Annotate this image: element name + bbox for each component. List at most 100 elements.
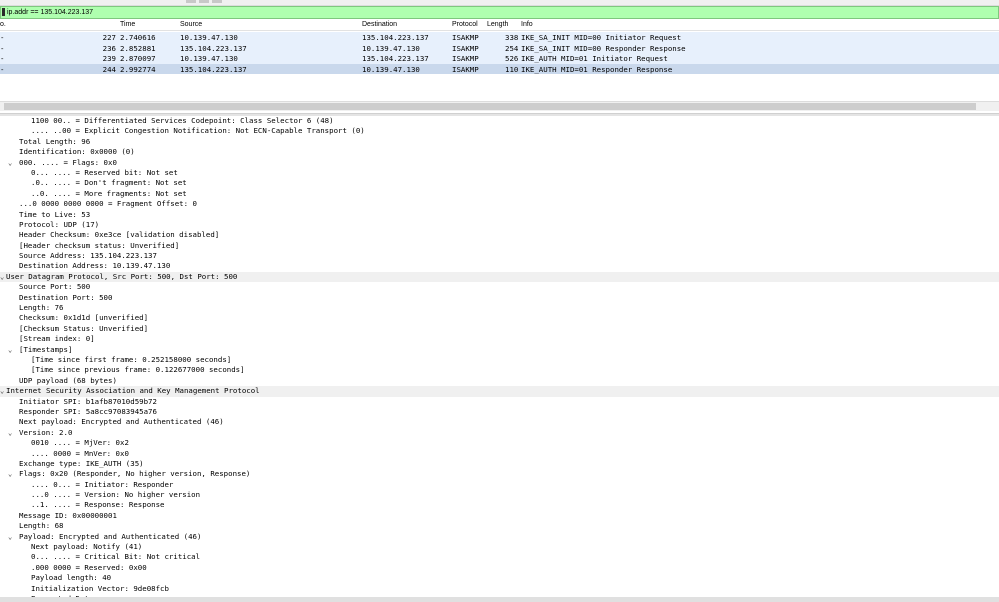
tree-item[interactable]: .... 0000 = MnVer: 0x0	[0, 449, 999, 459]
tree-item[interactable]: Source Port: 500	[0, 282, 999, 292]
packet-length: 110	[505, 64, 519, 74]
column-header-info[interactable]: Info	[521, 21, 533, 29]
display-filter-bar[interactable]: ip.addr == 135.104.223.137	[0, 6, 999, 19]
tree-item[interactable]: ...0 0000 0000 0000 = Fragment Offset: 0	[0, 199, 999, 209]
tree-item[interactable]: Exchange type: IKE_AUTH (35)	[0, 459, 999, 469]
column-header-time[interactable]: Time	[120, 21, 135, 29]
tree-item[interactable]: .... 0... = Initiator: Responder	[0, 480, 999, 490]
packet-no: 244	[102, 64, 116, 74]
tree-item[interactable]: [Stream index: 0]	[0, 334, 999, 344]
tree-item[interactable]: Header Checksum: 0xe3ce [validation disa…	[0, 230, 999, 240]
packet-marker: -	[0, 43, 5, 53]
tree-item[interactable]: .0.. .... = Don't fragment: Not set	[0, 178, 999, 188]
tree-item-expanded[interactable]: ⌄ Flags: 0x20 (Responder, No higher versi…	[0, 469, 999, 479]
tree-item[interactable]: .000 0000 = Reserved: 0x00	[0, 563, 999, 573]
tree-item-expanded[interactable]: ⌄ [Timestamps]	[0, 345, 999, 355]
tree-item[interactable]: Next payload: Notify (41)	[0, 542, 999, 552]
tree-item[interactable]: Payload length: 40	[0, 573, 999, 583]
packet-destination: 135.104.223.137	[362, 33, 429, 42]
tree-item[interactable]: Source Address: 135.104.223.137	[0, 251, 999, 261]
tree-item[interactable]: Protocol: UDP (17)	[0, 220, 999, 230]
tree-item[interactable]: Length: 76	[0, 303, 999, 313]
tree-item[interactable]: Destination Port: 500	[0, 293, 999, 303]
tree-item[interactable]: Initialization Vector: 9de08fcb	[0, 584, 999, 594]
toolbar-button[interactable]	[212, 0, 222, 3]
packet-no: 236	[102, 43, 116, 53]
tree-item-expanded[interactable]: ⌄ Version: 2.0	[0, 428, 999, 438]
column-header-length[interactable]: Length	[487, 21, 508, 29]
tree-item[interactable]: 0... .... = Reserved bit: Not set	[0, 168, 999, 178]
tree-item[interactable]: Identification: 0x0000 (0)	[0, 147, 999, 157]
packet-row-selected[interactable]: - 244 2.992774 135.104.223.137 10.139.47…	[0, 63, 999, 74]
packet-info: IKE_SA_INIT MID=00 Responder Response	[521, 43, 686, 53]
tree-item[interactable]: [Time since previous frame: 0.122677000 …	[0, 365, 999, 375]
packet-destination: 135.104.223.137	[362, 54, 429, 63]
packet-info: IKE_AUTH MID=01 Responder Response	[521, 64, 673, 74]
chevron-down-icon[interactable]: ⌄	[8, 345, 12, 355]
chevron-down-icon[interactable]: ⌄	[8, 158, 12, 168]
packet-protocol: ISAKMP	[452, 33, 479, 42]
packet-row[interactable]: - 236 2.852881 135.104.223.137 10.139.47…	[0, 42, 999, 53]
packet-info: IKE_SA_INIT MID=00 Initiator Request	[521, 33, 682, 42]
packet-list[interactable]: o. Time Source Destination Protocol Leng…	[0, 19, 999, 101]
tree-item-expanded[interactable]: ⌄ 000. .... = Flags: 0x0	[0, 158, 999, 168]
filter-bookmark-icon[interactable]	[2, 8, 5, 16]
toolbar-button[interactable]	[186, 0, 196, 3]
tree-section-isakmp[interactable]: ⌄ Internet Security Association and Key M…	[0, 386, 999, 397]
tree-item-expanded[interactable]: ⌄ Payload: Encrypted and Authenticated (4…	[0, 532, 999, 542]
packet-marker: -	[0, 54, 5, 63]
tree-item[interactable]: 1100 00.. = Differentiated Services Code…	[0, 116, 999, 126]
chevron-down-icon[interactable]: ⌄	[8, 469, 12, 479]
packet-marker: -	[0, 33, 5, 42]
column-header-no[interactable]: o.	[0, 21, 6, 29]
packet-protocol: ISAKMP	[452, 54, 479, 63]
packet-length: 338	[505, 33, 519, 42]
tree-item[interactable]: Next payload: Encrypted and Authenticate…	[0, 417, 999, 427]
tree-item[interactable]: Destination Address: 10.139.47.130	[0, 261, 999, 271]
tree-section-udp[interactable]: ⌄ User Datagram Protocol, Src Port: 500, …	[0, 271, 999, 283]
column-header-source[interactable]: Source	[180, 21, 202, 29]
scrollbar-thumb[interactable]	[4, 103, 976, 110]
packet-no: 239	[102, 54, 116, 63]
tree-item[interactable]: ...0 .... = Version: No higher version	[0, 490, 999, 500]
chevron-down-icon[interactable]: ⌄	[8, 428, 12, 438]
column-header-destination[interactable]: Destination	[362, 21, 397, 29]
packet-source: 10.139.47.130	[180, 33, 238, 42]
packet-list-header: o. Time Source Destination Protocol Leng…	[0, 19, 999, 31]
details-horizontal-scrollbar[interactable]	[0, 597, 999, 602]
tree-item[interactable]: Checksum: 0x1d1d [unverified]	[0, 313, 999, 323]
packet-time: 2.870097	[120, 54, 156, 63]
chevron-down-icon[interactable]: ⌄	[0, 386, 4, 396]
chevron-down-icon[interactable]: ⌄	[0, 272, 4, 282]
packet-no: 227	[102, 33, 116, 42]
packet-protocol: ISAKMP	[452, 43, 479, 53]
tree-item[interactable]: ..1. .... = Response: Response	[0, 500, 999, 510]
packet-marker: -	[0, 64, 5, 74]
tree-item[interactable]: ..0. .... = More fragments: Not set	[0, 189, 999, 199]
packet-destination: 10.139.47.130	[362, 43, 420, 53]
tree-item[interactable]: .... ..00 = Explicit Congestion Notifica…	[0, 126, 999, 136]
tree-item[interactable]: 0... .... = Critical Bit: Not critical	[0, 552, 999, 562]
packet-details-tree[interactable]: 1100 00.. = Differentiated Services Code…	[0, 116, 999, 602]
tree-item[interactable]: UDP payload (68 bytes)	[0, 376, 999, 386]
packet-list-horizontal-scrollbar[interactable]	[0, 101, 999, 111]
tree-item[interactable]: Length: 68	[0, 521, 999, 531]
tree-item[interactable]: Message ID: 0x00000001	[0, 511, 999, 521]
tree-item[interactable]: [Time since first frame: 0.252158000 sec…	[0, 355, 999, 365]
tree-item[interactable]: Responder SPI: 5a8cc97083945a76	[0, 407, 999, 417]
packet-protocol: ISAKMP	[452, 64, 479, 74]
packet-row[interactable]: - 239 2.870097 10.139.47.130 135.104.223…	[0, 53, 999, 64]
packet-time: 2.740616	[120, 33, 156, 42]
tree-item[interactable]: Initiator SPI: b1afb87010d59b72	[0, 397, 999, 407]
display-filter-input[interactable]: ip.addr == 135.104.223.137	[7, 8, 93, 17]
packet-length: 254	[505, 43, 519, 53]
toolbar-button[interactable]	[199, 0, 209, 3]
tree-item[interactable]: [Header checksum status: Unverified]	[0, 241, 999, 251]
packet-row[interactable]: - 227 2.740616 10.139.47.130 135.104.223…	[0, 32, 999, 43]
tree-item[interactable]: 0010 .... = MjVer: 0x2	[0, 438, 999, 448]
column-header-protocol[interactable]: Protocol	[452, 21, 478, 29]
tree-item[interactable]: [Checksum Status: Unverified]	[0, 324, 999, 334]
chevron-down-icon[interactable]: ⌄	[8, 532, 12, 542]
tree-item[interactable]: Time to Live: 53	[0, 210, 999, 220]
tree-item[interactable]: Total Length: 96	[0, 137, 999, 147]
